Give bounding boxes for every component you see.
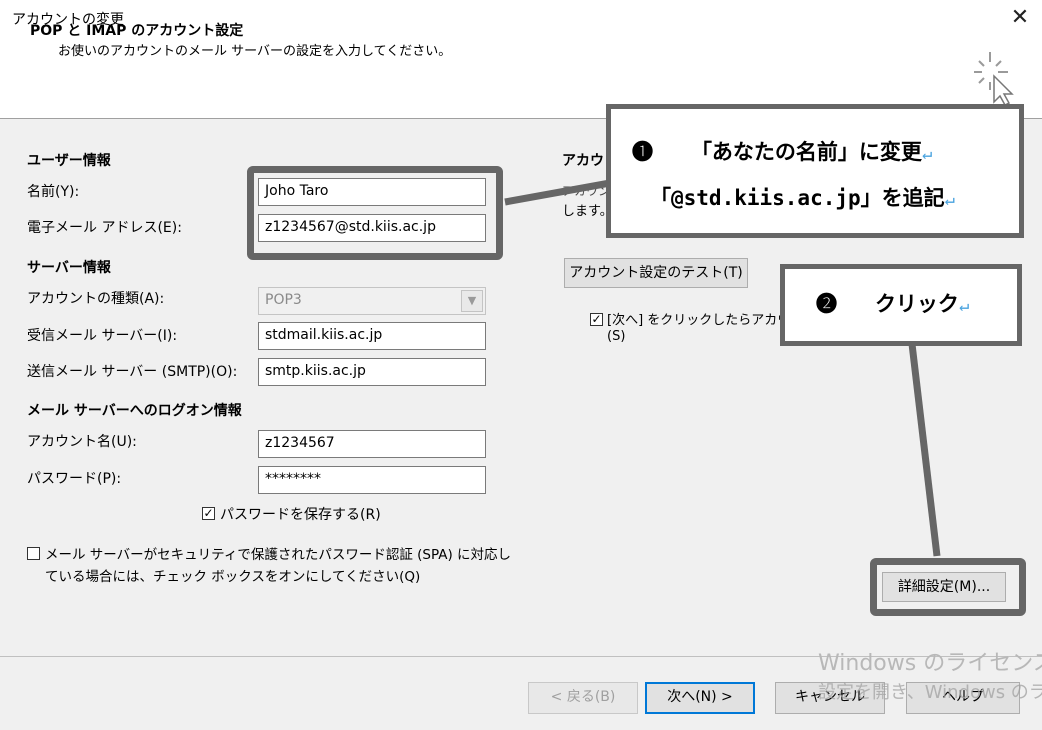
callout2-connector bbox=[908, 343, 941, 557]
return-icon: ↵ bbox=[944, 190, 955, 210]
more-settings-highlight bbox=[870, 558, 1026, 616]
callout-2-line: ❷ クリック↵ bbox=[816, 288, 969, 318]
callout-1-line1: ❶ 「あなたの名前」に変更↵ bbox=[632, 136, 932, 166]
return-icon: ↵ bbox=[921, 144, 933, 164]
callout-2-text: クリック bbox=[874, 292, 959, 316]
step2-marker: ❷ bbox=[816, 292, 837, 316]
callout1-connector bbox=[504, 179, 611, 206]
callout-1-text2: 「@std.kiis.ac.jp」を追記 bbox=[650, 186, 945, 210]
return-icon: ↵ bbox=[958, 296, 970, 316]
email-fields-highlight bbox=[247, 166, 503, 260]
callout-1 bbox=[606, 104, 1024, 238]
step1-marker: ❶ bbox=[632, 140, 653, 164]
callout-1-line2: 「@std.kiis.ac.jp」を追記↵ bbox=[650, 182, 955, 212]
callout-1-text1: 「あなたの名前」に変更 bbox=[690, 140, 922, 164]
